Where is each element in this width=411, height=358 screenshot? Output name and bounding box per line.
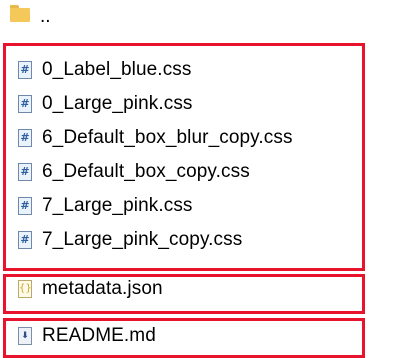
css-file-icon: #	[18, 231, 32, 249]
file-item[interactable]: # 0_Label_blue.css	[6, 53, 192, 87]
file-name: 6_Default_box_copy.css	[42, 161, 250, 182]
css-file-icon: #	[18, 163, 32, 181]
file-item[interactable]: {} metadata.json	[6, 272, 163, 306]
folder-icon	[10, 4, 30, 22]
css-file-icon: #	[18, 95, 32, 113]
parent-folder-item[interactable]: ..	[6, 0, 51, 34]
file-name: 0_Large_pink.css	[42, 93, 193, 114]
file-name: 7_Large_pink.css	[42, 195, 193, 216]
file-item[interactable]: # 0_Large_pink.css	[6, 87, 193, 121]
file-item[interactable]: # 6_Default_box_copy.css	[6, 155, 250, 189]
file-item[interactable]: # 6_Default_box_blur_copy.css	[6, 121, 293, 155]
file-list: .. # 0_Label_blue.css # 0_Large_pink.css…	[0, 0, 411, 358]
parent-folder-label: ..	[40, 6, 51, 27]
css-file-icon: #	[18, 129, 32, 147]
file-name: 0_Label_blue.css	[42, 59, 192, 80]
file-name: metadata.json	[42, 278, 163, 299]
json-file-icon: {}	[18, 280, 32, 298]
file-item[interactable]: ⬇ README.md	[6, 319, 156, 353]
file-name: 6_Default_box_blur_copy.css	[42, 127, 293, 148]
markdown-file-icon: ⬇	[18, 327, 32, 345]
css-file-icon: #	[18, 61, 32, 79]
file-name: 7_Large_pink_copy.css	[42, 229, 243, 250]
css-file-icon: #	[18, 197, 32, 215]
file-name: README.md	[42, 325, 156, 346]
file-item[interactable]: # 7_Large_pink.css	[6, 189, 193, 223]
file-item[interactable]: # 7_Large_pink_copy.css	[6, 223, 242, 257]
